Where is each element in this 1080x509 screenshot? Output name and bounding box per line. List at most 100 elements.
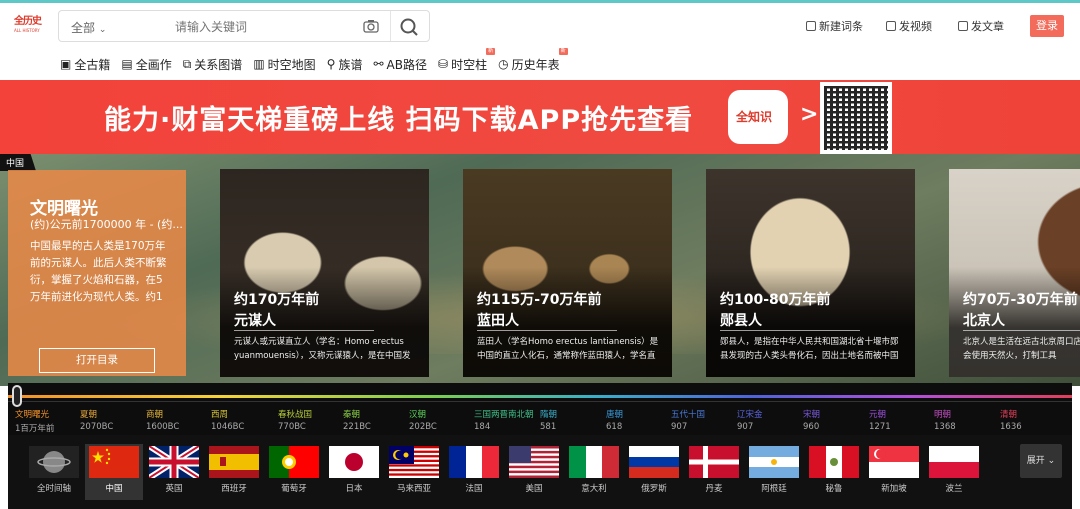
search-icon[interactable] (399, 17, 419, 37)
site-logo[interactable]: 全历史 ALL HISTORY (14, 12, 46, 38)
nav-label: AB路径 (386, 57, 427, 72)
country-flag-item[interactable]: 秘鲁 (805, 444, 863, 500)
dynasty-year: 1百万年前 (15, 424, 55, 434)
flag-spain-icon (209, 446, 259, 478)
video-icon (886, 21, 896, 31)
post-video-button[interactable]: 发视频 (886, 18, 932, 34)
edit-icon (806, 21, 816, 31)
new-entry-button[interactable]: 新建词条 (806, 18, 863, 34)
timeline-dynasty[interactable]: 五代十国 907 (671, 408, 705, 432)
dynasty-year: 960 (803, 422, 820, 432)
country-label: 波兰 (945, 484, 963, 494)
timeline-bar[interactable] (8, 395, 1072, 398)
dynasty-year: 1600BC (146, 422, 180, 432)
post-article-button[interactable]: 发文章 (958, 18, 1004, 34)
era-hero: 中国 文明曙光 (约)公元前1700000 年 - (约... 中国最早的古人类… (0, 154, 1080, 386)
nav-item-genealogy[interactable]: ⚲ 族谱 (327, 54, 363, 74)
country-flag-item[interactable]: 阿根廷 (745, 444, 803, 500)
dynasty-name: 文明曙光 (15, 410, 50, 420)
timeline-dynasty[interactable]: 宋朝 960 (803, 408, 820, 432)
search-category-select[interactable]: 全部 ⌄ (71, 19, 106, 36)
login-button[interactable]: 登录 (1030, 15, 1064, 37)
country-flag-item[interactable]: 意大利 (565, 444, 623, 500)
country-flag-item[interactable]: 葡萄牙 (265, 444, 323, 500)
map-icon: ▥ (253, 57, 265, 71)
country-flag-item[interactable]: 新加坡 (865, 444, 923, 500)
nav-item-ancient-books[interactable]: ▣ 全古籍 (60, 54, 110, 74)
timeline-slider-handle[interactable] (12, 385, 22, 407)
country-flag-item[interactable]: 丹麦 (685, 444, 743, 500)
card-name: 元谋人 (234, 313, 276, 329)
country-flag-item[interactable]: 全时间轴 (25, 444, 83, 500)
country-flag-item[interactable]: 波兰 (925, 444, 983, 500)
camera-icon[interactable] (363, 19, 379, 33)
timeline-dynasty[interactable]: 文明曙光 1百万年前 (15, 408, 54, 434)
country-label: 中国 (105, 484, 123, 494)
nav-label: 族谱 (338, 57, 363, 72)
country-flag-item[interactable]: 美国 (505, 444, 563, 500)
flag-argentina-icon (749, 446, 799, 478)
nav-item-spacetime-pillar[interactable]: ⛁ 时空柱 新 (438, 48, 496, 74)
country-flag-item[interactable]: 日本 (325, 444, 383, 500)
dynasty-name: 元朝 (869, 410, 887, 420)
graph-icon: ⧉ (182, 56, 192, 71)
promo-banner[interactable]: 能力·财富天梯重磅上线 扫码下载APP抢先查看 全知识 > (0, 80, 1080, 154)
person-card-yunxian[interactable]: 约100-80万年前 郧县人 郧县人，是指在中华人民共和国湖北省十堰市郧县发现的… (706, 169, 915, 377)
timeline-dynasty[interactable]: 唐朝 618 (606, 408, 623, 432)
dynasty-name: 西周 (211, 410, 229, 420)
timeline-dynasty[interactable]: 秦朝 221BC (343, 408, 371, 432)
timeline-dynasty[interactable]: 三国两晋南北朝 184 (474, 408, 534, 432)
clock-icon: ◷ (498, 57, 509, 71)
timeline-dynasty[interactable]: 春秋战国 770BC (278, 408, 312, 432)
dynasty-timeline: 文明曙光 1百万年前 夏朝 2070BC 商朝 1600BC 西周 1046BC 春秋战国 770… (8, 383, 1072, 435)
country-label: 全时间轴 (36, 484, 71, 494)
dynasty-year: 1046BC (211, 422, 245, 432)
country-flag-item[interactable]: 中国 (85, 444, 143, 500)
dynasty-name: 夏朝 (80, 410, 98, 420)
nav-item-paintings[interactable]: ▤ 全画作 (121, 54, 171, 74)
timeline-dynasty[interactable]: 汉朝 202BC (409, 408, 437, 432)
path-icon: ⚯ (373, 57, 384, 71)
card-time: 约70万-30万年前 (963, 292, 1078, 308)
dynasty-name: 春秋战国 (278, 410, 313, 420)
country-label: 阿根廷 (761, 484, 787, 494)
country-flag-item[interactable]: 西班牙 (205, 444, 263, 500)
timeline-dynasty[interactable]: 西周 1046BC (211, 408, 244, 432)
person-card-yuanmou[interactable]: 约170万年前 元谋人 元谋人或元谋直立人（学名：Homo erectus yu… (220, 169, 429, 377)
era-card: 文明曙光 (约)公元前1700000 年 - (约... 中国最早的古人类是17… (8, 170, 186, 376)
country-flag-item[interactable]: 法国 (445, 444, 503, 500)
country-label: 西班牙 (221, 484, 247, 494)
nav-item-history-chronology[interactable]: ◷ 历史年表 新 (498, 48, 568, 74)
timeline-dynasty[interactable]: 夏朝 2070BC (80, 408, 113, 432)
nav-item-ab-path[interactable]: ⚯ AB路径 (373, 54, 427, 74)
flag-italy-icon (569, 446, 619, 478)
country-label: 意大利 (581, 484, 607, 494)
country-flag-item[interactable]: 英国 (145, 444, 203, 500)
dynasty-name: 汉朝 (409, 410, 427, 420)
timeline-dynasty[interactable]: 商朝 1600BC (146, 408, 179, 432)
qr-code-image (820, 82, 892, 154)
open-catalog-button[interactable]: 打开目录 (39, 348, 155, 373)
flag-usa-icon (509, 446, 559, 478)
country-flag-item[interactable]: 马来西亚 (385, 444, 443, 500)
dynasty-name: 唐朝 (606, 410, 624, 420)
nav-item-relation-graph[interactable]: ⧉ 关系图谱 (183, 54, 243, 74)
country-flag-item[interactable]: 俄罗斯 (625, 444, 683, 500)
region-label: 中国 (0, 154, 36, 171)
card-description: 元谋人或元谋直立人（学名：Homo erectus yuanmouensis），… (234, 337, 411, 361)
timeline-dynasty[interactable]: 明朝 1368 (934, 408, 956, 432)
timeline-dynasty[interactable]: 隋朝 581 (540, 408, 557, 432)
expand-button[interactable]: 展开 ⌄ (1020, 444, 1062, 478)
card-name: 北京人 (963, 313, 1005, 329)
timeline-dynasty[interactable]: 辽宋金 907 (737, 408, 763, 432)
dynasty-year: 1271 (869, 422, 891, 432)
country-label: 葡萄牙 (281, 484, 307, 494)
timeline-dynasty[interactable]: 清朝 1636 (1000, 408, 1022, 432)
nav-label: 关系图谱 (194, 57, 243, 72)
timeline-dynasty[interactable]: 元朝 1271 (869, 408, 891, 432)
person-card-lantian[interactable]: 约115万-70万年前 蓝田人 蓝田人（学名Homo erectus lanti… (463, 169, 672, 377)
person-card-peking[interactable]: 约70万-30万年前 北京人 北京人是生活在远古北京周口店一带的直立人，会使用天… (949, 169, 1080, 377)
nav-item-spacetime-map[interactable]: ▥ 时空地图 (253, 54, 315, 74)
card-name: 郧县人 (720, 313, 762, 329)
card-time: 约170万年前 (234, 292, 320, 308)
